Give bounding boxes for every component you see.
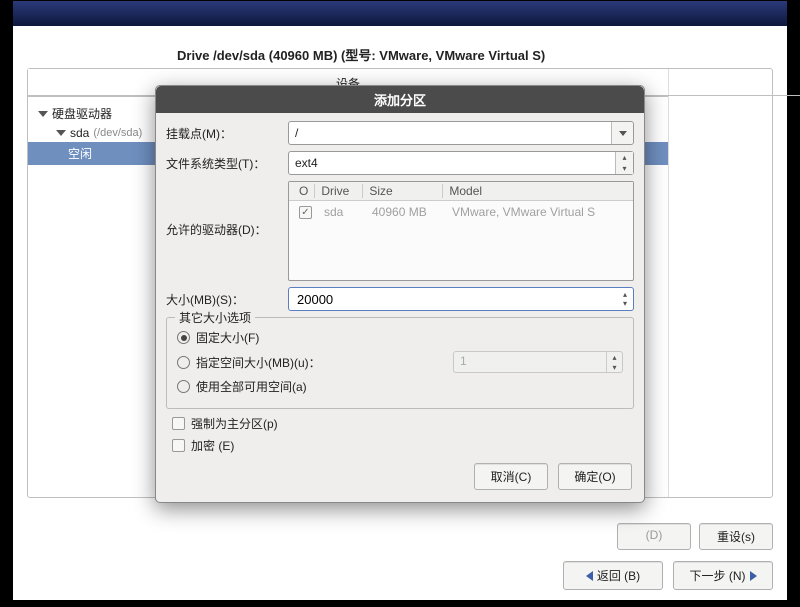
option-all-label: 使用全部可用空间(a) bbox=[196, 378, 307, 395]
chevron-down-icon[interactable] bbox=[611, 122, 633, 144]
radio-icon[interactable] bbox=[177, 356, 190, 369]
allowable-drives-table[interactable]: O Drive Size Model ✓ sda 40960 MB VMware… bbox=[288, 181, 634, 281]
mount-point-value: / bbox=[295, 126, 298, 140]
back-button-label: 返回 (B) bbox=[597, 567, 640, 584]
drive-header: Drive /dev/sda (40960 MB) (型号: VMware, V… bbox=[27, 45, 773, 64]
size-spinbox[interactable]: ▴▾ bbox=[288, 287, 634, 311]
radio-icon[interactable] bbox=[177, 380, 190, 393]
allowable-drives-label: 允许的驱动器(D)： bbox=[166, 181, 282, 238]
reset-button[interactable]: 重设(s) bbox=[699, 523, 773, 550]
tree-label-drive: sda bbox=[70, 126, 89, 140]
col-model[interactable]: Model bbox=[443, 184, 629, 198]
fs-type-value: ext4 bbox=[295, 156, 318, 170]
caret-up-icon[interactable]: ▴ bbox=[623, 290, 627, 299]
dialog-title: 添加分区 bbox=[156, 86, 644, 113]
table-header-row: O Drive Size Model bbox=[289, 182, 633, 201]
col-drive[interactable]: Drive bbox=[315, 184, 363, 198]
size-input[interactable] bbox=[295, 291, 623, 308]
arrow-right-icon bbox=[750, 571, 757, 581]
partition-detail-column bbox=[669, 69, 772, 497]
option-fixed-label: 固定大小(F) bbox=[196, 329, 259, 346]
force-primary-label: 强制为主分区(p) bbox=[191, 415, 278, 432]
option-upto-label: 指定空间大小(MB)(u)： bbox=[196, 354, 321, 371]
cell-size: 40960 MB bbox=[366, 205, 446, 219]
cell-model: VMware, VMware Virtual S bbox=[446, 205, 601, 219]
tree-label-root: 硬盘驱动器 bbox=[52, 105, 112, 122]
tree-path: (/dev/sda) bbox=[93, 127, 142, 139]
cancel-button[interactable]: 取消(C) bbox=[474, 463, 548, 490]
additional-size-fieldset: 其它大小选项 固定大小(F) 指定空间大小(MB)(u)： 1 ▴▾ 使用全部可… bbox=[166, 317, 634, 409]
option-all[interactable]: 使用全部可用空间(a) bbox=[177, 378, 623, 395]
table-row[interactable]: ✓ sda 40960 MB VMware, VMware Virtual S bbox=[289, 201, 633, 222]
panel-button-row: (D) 重设(s) bbox=[617, 523, 773, 550]
back-button[interactable]: 返回 (B) bbox=[563, 561, 663, 590]
fs-type-label: 文件系统类型(T)： bbox=[166, 155, 282, 172]
add-partition-dialog: 添加分区 挂载点(M)： / 文件系统类型(T)： ext4 ▴▾ 允许的驱动器… bbox=[155, 85, 645, 503]
force-primary-row[interactable]: 强制为主分区(p) bbox=[172, 415, 634, 432]
tree-label-free: 空闲 bbox=[68, 145, 92, 162]
ok-button[interactable]: 确定(O) bbox=[558, 463, 632, 490]
mount-point-label: 挂载点(M)： bbox=[166, 125, 282, 142]
mount-point-combo[interactable]: / bbox=[288, 121, 634, 145]
radio-icon[interactable] bbox=[177, 331, 190, 344]
caret-down-icon[interactable]: ▾ bbox=[623, 299, 627, 308]
fieldset-legend: 其它大小选项 bbox=[175, 309, 255, 326]
caret-up-icon: ▴ bbox=[607, 352, 622, 362]
caret-up-icon[interactable]: ▴ bbox=[616, 152, 633, 163]
checkbox-icon[interactable]: ✓ bbox=[299, 206, 312, 219]
checkbox-icon[interactable] bbox=[172, 439, 185, 452]
caret-down-icon: ▾ bbox=[607, 362, 622, 372]
chevron-down-icon bbox=[38, 111, 48, 117]
fs-type-combo[interactable]: ext4 ▴▾ bbox=[288, 151, 634, 175]
chevron-down-icon bbox=[56, 130, 66, 136]
nav-button-row: 返回 (B) 下一步 (N) bbox=[563, 561, 773, 590]
window-titlebar bbox=[13, 1, 787, 26]
upto-spinbox: 1 ▴▾ bbox=[453, 351, 623, 373]
caret-down-icon[interactable]: ▾ bbox=[616, 163, 633, 174]
col-size[interactable]: Size bbox=[363, 184, 443, 198]
encrypt-row[interactable]: 加密 (E) bbox=[172, 437, 634, 454]
next-button[interactable]: 下一步 (N) bbox=[673, 561, 773, 590]
cell-drive: sda bbox=[318, 205, 366, 219]
option-fixed[interactable]: 固定大小(F) bbox=[177, 329, 623, 346]
size-label: 大小(MB)(S)： bbox=[166, 291, 282, 308]
option-upto[interactable]: 指定空间大小(MB)(u)： 1 ▴▾ bbox=[177, 351, 623, 373]
next-button-label: 下一步 (N) bbox=[690, 567, 746, 584]
arrow-left-icon bbox=[586, 571, 593, 581]
encrypt-label: 加密 (E) bbox=[191, 437, 234, 454]
col-check[interactable]: O bbox=[293, 184, 315, 198]
d-button: (D) bbox=[617, 523, 691, 550]
dialog-button-row: 取消(C) 确定(O) bbox=[166, 459, 634, 492]
upto-value: 1 bbox=[460, 354, 467, 368]
checkbox-icon[interactable] bbox=[172, 417, 185, 430]
